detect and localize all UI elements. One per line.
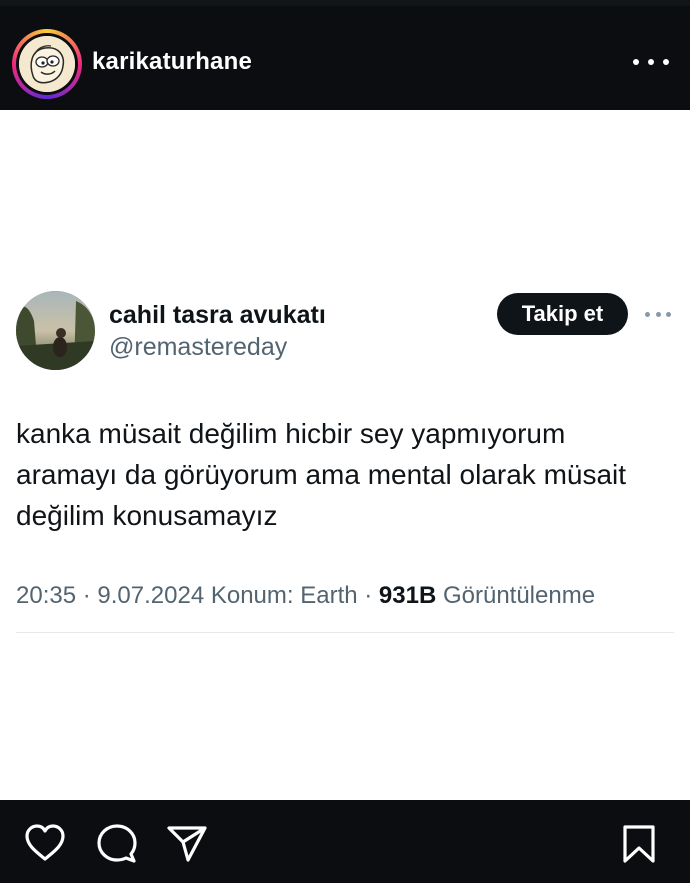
avatar-border [16,33,78,95]
dot [648,59,654,65]
divider [16,632,674,633]
tweet-text-line: kanka müsait değilim hicbir sey yapmıyor… [16,418,566,449]
profile-avatar[interactable] [12,29,82,99]
more-options-icon[interactable] [633,50,669,74]
tweet-date: 9.07.2024 [97,582,205,609]
post-image: cahil tasra avukatı @remastereday Takip … [0,110,690,800]
tweet-text-line: aramayı da görüyorum ama mental olarak m… [16,459,627,490]
tweet-handle: @remastereday [109,333,288,361]
meta-separator: · [357,582,379,609]
post-header: karikaturhane [0,0,690,110]
dot [655,311,661,317]
tweet-meta: 20:35 · 9.07.2024 Konum: Earth · 931B Gö… [16,582,595,610]
dot [666,311,671,317]
views-label: Görüntülenme [436,582,596,609]
meta-separator: · [76,582,98,609]
tweet-text: kanka müsait değilim hicbir sey yapmıyor… [16,413,681,536]
dot [645,311,650,317]
tweet-author-avatar [16,291,95,370]
tweet-display-name: cahil tasra avukatı [109,301,326,329]
tweet-more-icon [645,309,671,319]
bookmark-icon[interactable] [622,824,656,864]
account-username[interactable]: karikaturhane [92,48,252,76]
dot [663,59,669,65]
cartoon-face-avatar-icon [19,36,75,92]
views-count: 931B [378,582,437,609]
dot [633,59,639,65]
tweet-location: Konum: Earth [204,582,358,609]
status-strip [0,0,690,6]
heart-icon[interactable] [24,824,66,862]
tweet-time: 20:35 [16,582,77,609]
action-bar [0,800,690,883]
tweet-text-line: değilim konusamayız [16,500,278,531]
follow-button: Takip et [497,293,628,335]
send-icon[interactable] [166,824,208,864]
comment-icon[interactable] [96,823,138,863]
